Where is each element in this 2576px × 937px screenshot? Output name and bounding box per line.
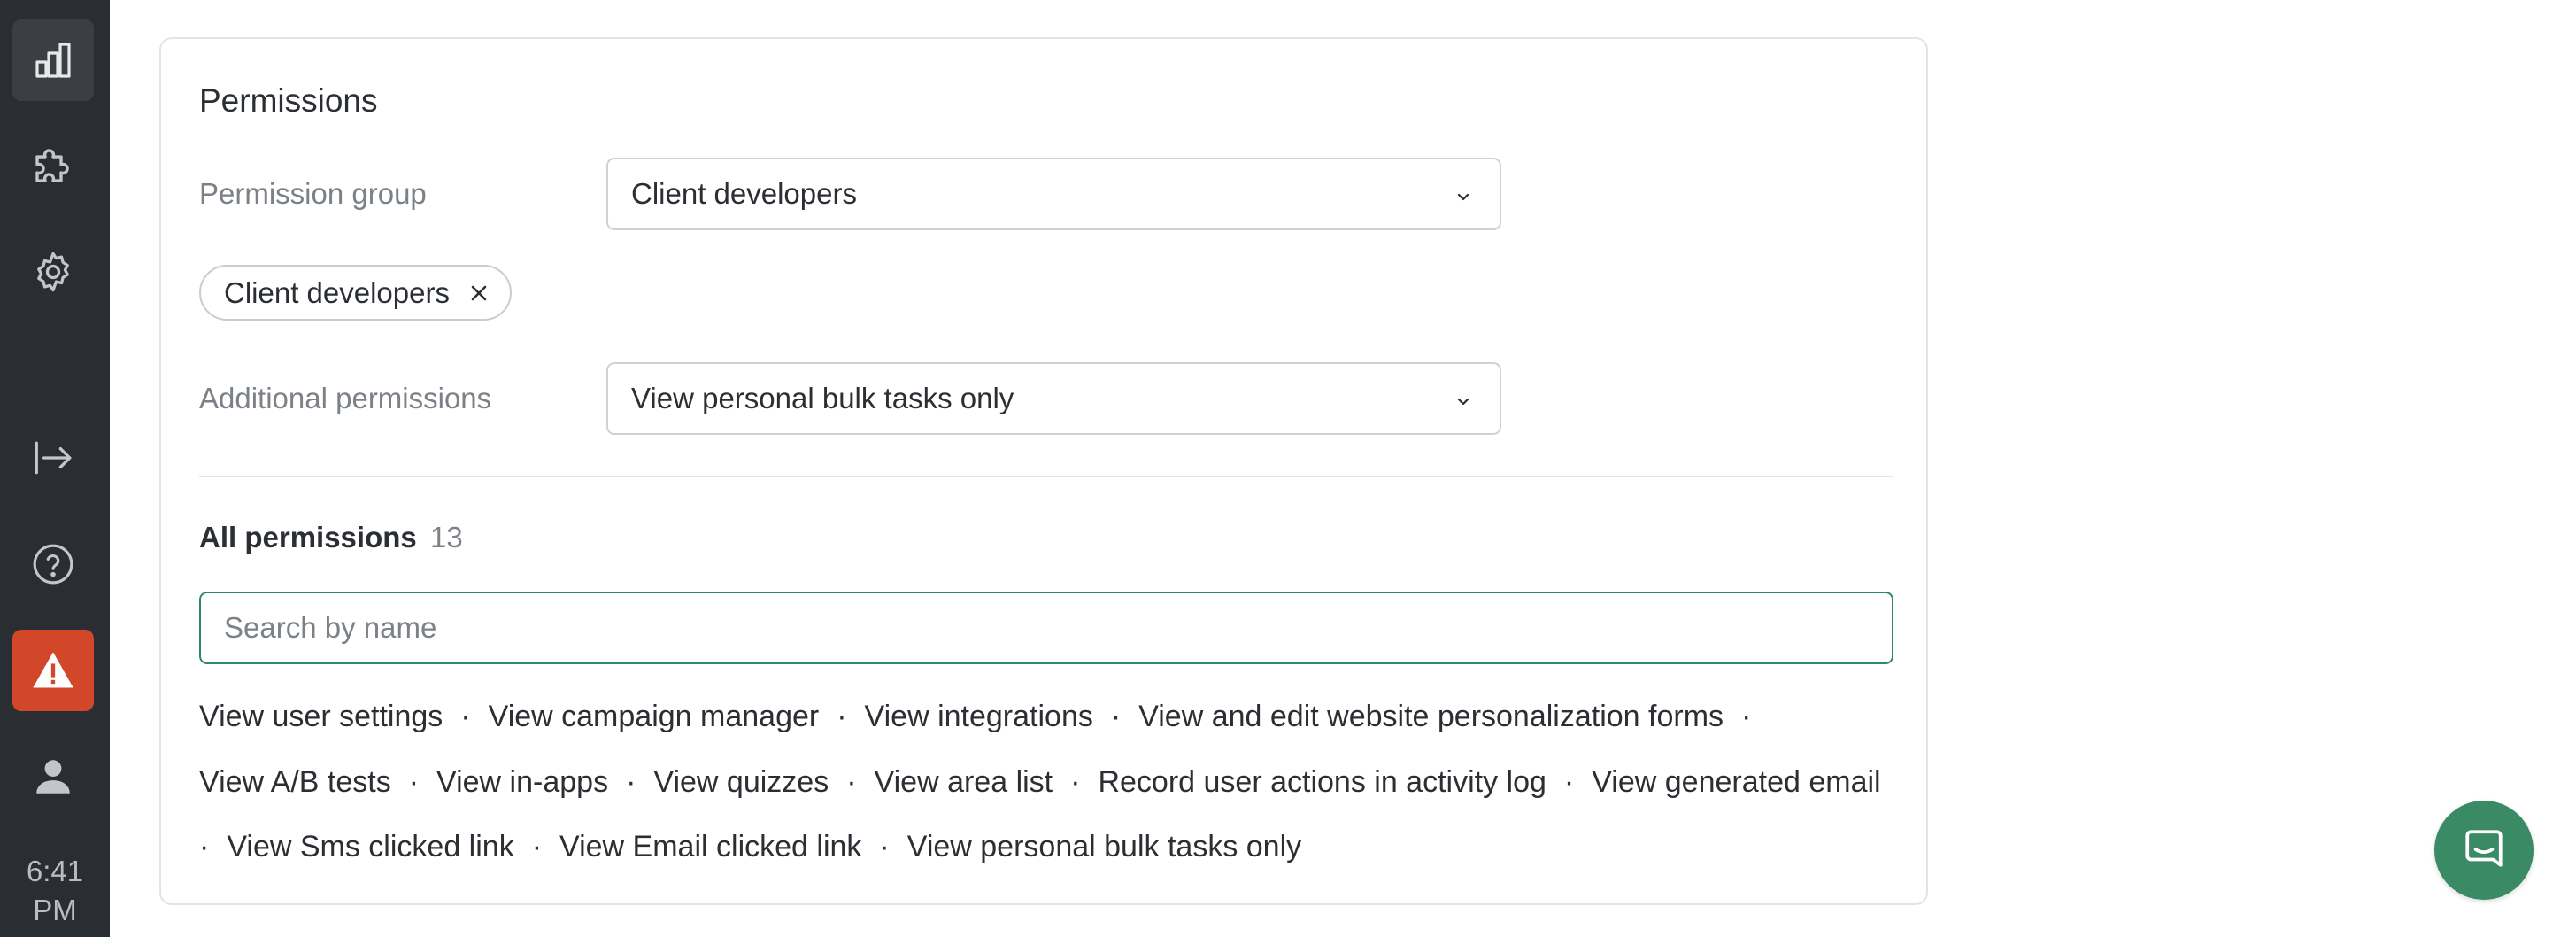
permission-item: View integrations	[864, 700, 1093, 733]
all-permissions-count: 13	[430, 521, 463, 554]
permission-item: View campaign manager	[488, 700, 820, 733]
permission-item: View personal bulk tasks only	[906, 830, 1302, 863]
clock-time: 6:41	[26, 855, 84, 887]
separator: ·	[460, 700, 471, 733]
separator: ·	[1110, 700, 1122, 733]
clock: 6:41 PM	[0, 852, 110, 930]
permissions-list-line-2: View A/B tests · View in-apps · View quizzes…	[199, 763, 1881, 801]
sidebar-item-alert[interactable]	[12, 630, 94, 711]
logout-arrow-icon	[31, 436, 75, 480]
sidebar-item-integrations[interactable]	[12, 124, 94, 205]
permissions-list-line-1: View user settings · View campaign manager…	[199, 697, 1769, 736]
permission-item: View in-apps	[436, 765, 609, 799]
permission-group-label: Permission group	[199, 177, 427, 210]
sidebar-item-help[interactable]	[12, 523, 94, 605]
sidebar-item-profile[interactable]	[12, 736, 94, 817]
puzzle-icon	[29, 141, 77, 189]
permission-item: Record user actions in activity log	[1098, 765, 1546, 799]
additional-permissions-select[interactable]: View personal bulk tasks only	[606, 362, 1501, 435]
separator: ·	[531, 830, 543, 863]
sidebar-item-analytics[interactable]	[12, 19, 94, 101]
permission-group-value: Client developers	[631, 177, 857, 210]
sidebar-item-logout[interactable]	[12, 417, 94, 499]
separator: ·	[879, 830, 890, 863]
additional-permissions-label: Additional permissions	[199, 382, 492, 414]
separator: ·	[199, 830, 210, 863]
permissions-title: Permissions	[199, 82, 378, 119]
chip-label: Client developers	[224, 275, 450, 309]
bar-chart-icon	[32, 39, 74, 81]
separator: ·	[408, 765, 420, 799]
permission-item: View Email clicked link	[559, 830, 862, 863]
separator: ·	[626, 765, 636, 799]
separator: ·	[1563, 765, 1575, 799]
warning-triangle-icon	[30, 647, 76, 693]
chat-button[interactable]	[2434, 801, 2534, 900]
permission-item: View generated email	[1592, 765, 1881, 799]
search-input[interactable]	[199, 592, 1893, 664]
additional-permissions-value: View personal bulk tasks only	[631, 382, 1014, 414]
all-permissions-title: All permissions	[199, 521, 417, 554]
permission-item: View Sms clicked link	[227, 830, 514, 863]
chevron-down-icon	[1454, 382, 1473, 415]
user-icon	[31, 755, 75, 799]
permission-item: View A/B tests	[199, 765, 391, 799]
permission-group-chip: Client developers	[199, 265, 512, 321]
close-icon[interactable]	[469, 283, 489, 303]
permission-item: View and edit website personalization fo…	[1138, 700, 1724, 733]
permission-item: View user settings	[199, 700, 443, 733]
question-circle-icon	[31, 542, 75, 586]
separator: ·	[1070, 765, 1081, 799]
separator: ·	[846, 765, 857, 799]
permission-item: View area list	[874, 765, 1053, 799]
gear-icon	[30, 249, 76, 295]
separator: ·	[837, 700, 847, 733]
separator: ·	[1741, 700, 1752, 733]
clock-ampm: PM	[33, 894, 77, 926]
sidebar: 6:41 PM	[0, 0, 110, 937]
permission-item: View quizzes	[653, 765, 829, 799]
permissions-list-line-3: · View Sms clicked link · View Email clicke…	[199, 827, 1301, 866]
divider	[199, 476, 1893, 477]
chat-bubble-icon	[2462, 826, 2506, 875]
chevron-down-icon	[1454, 177, 1473, 211]
sidebar-item-settings[interactable]	[12, 231, 94, 313]
permission-group-select[interactable]: Client developers	[606, 158, 1501, 230]
